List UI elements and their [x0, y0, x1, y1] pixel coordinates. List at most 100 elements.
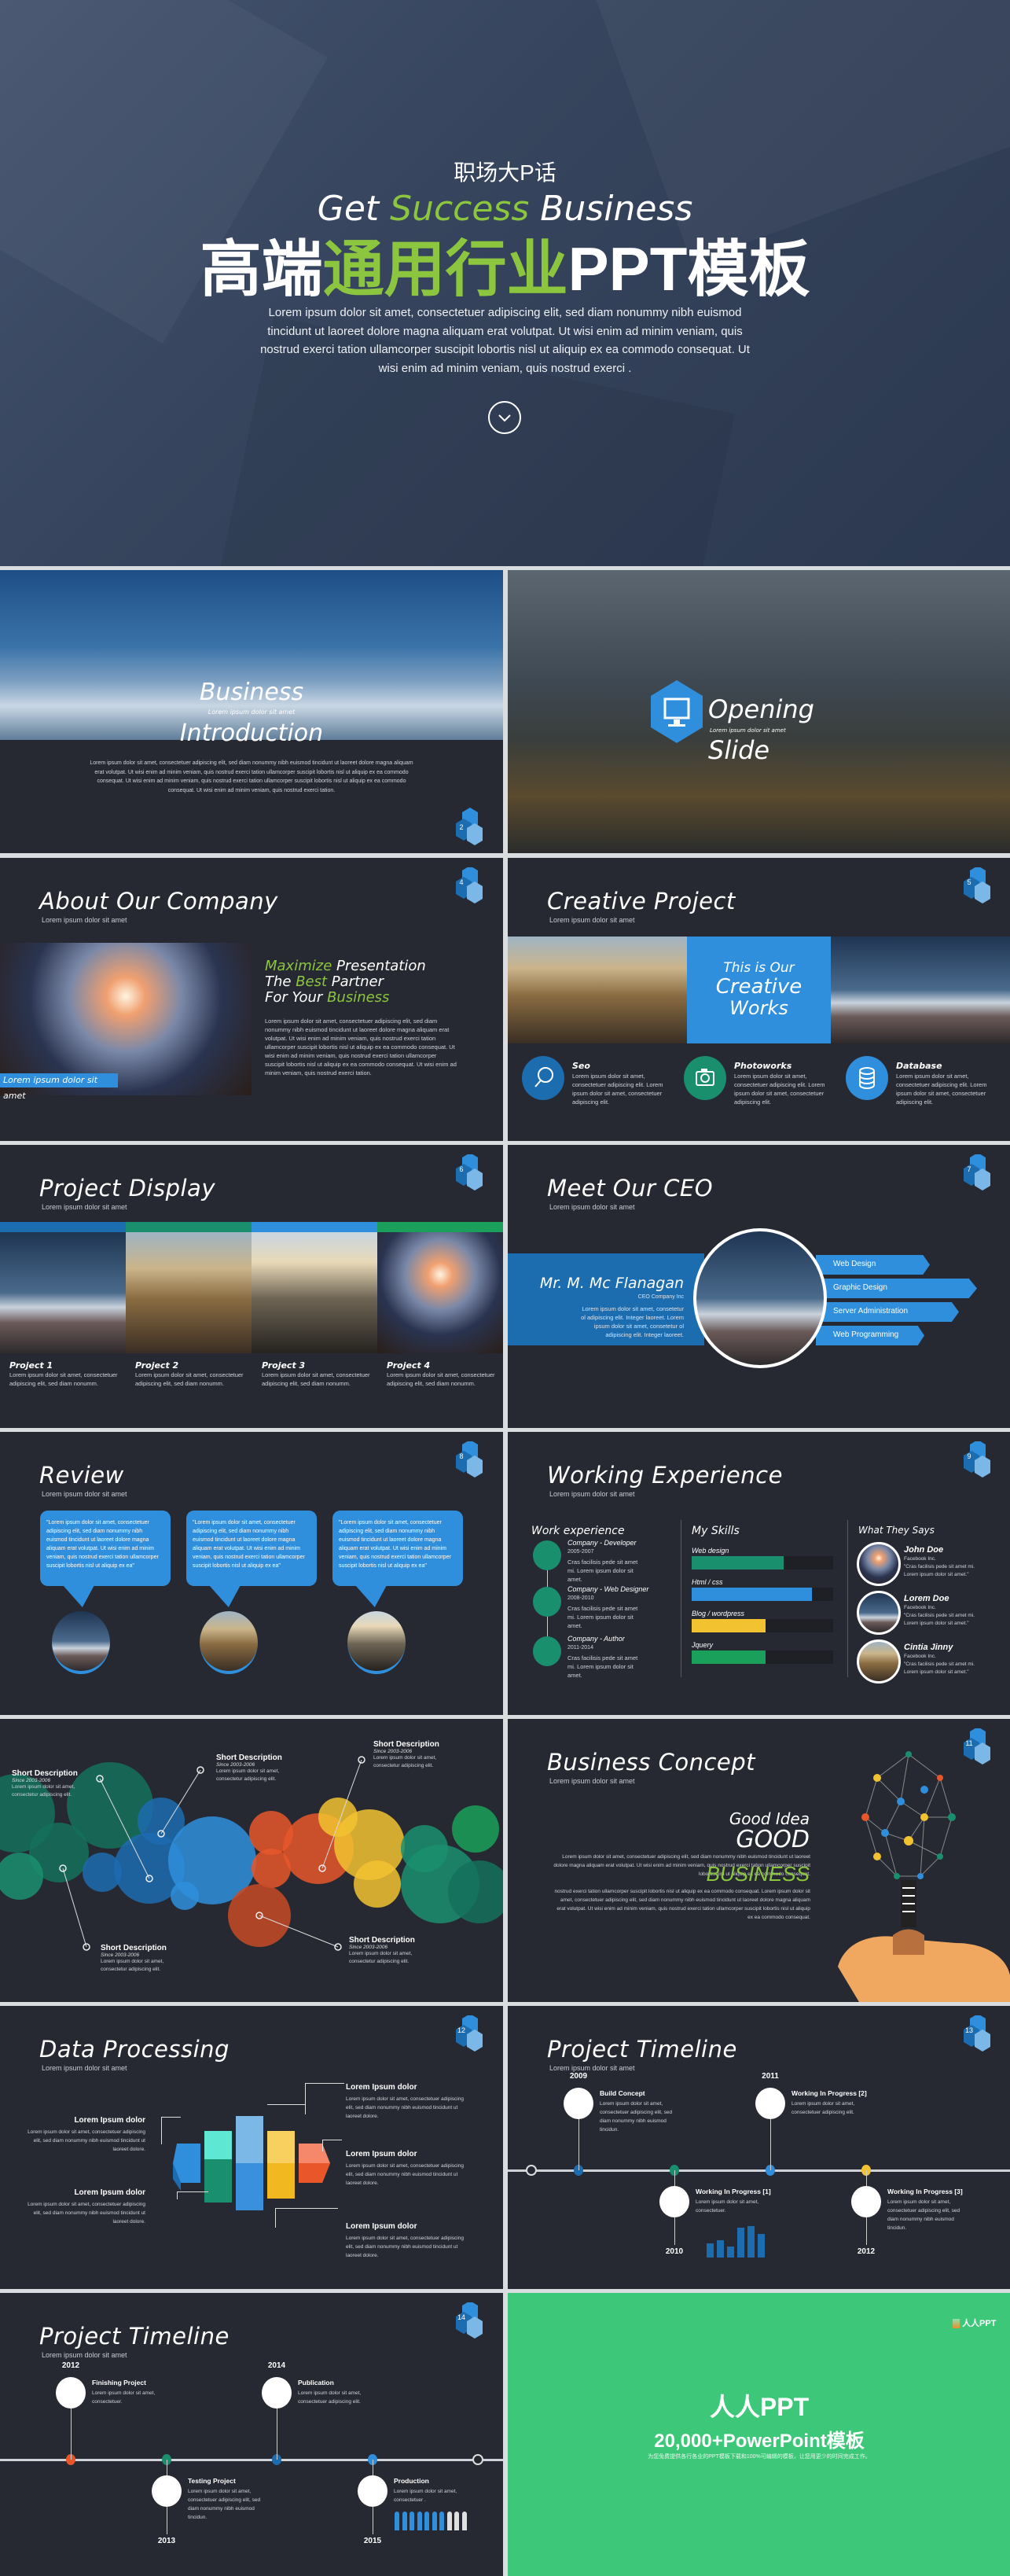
person-org: Facebook Inc. [904, 1556, 936, 1562]
slide-title-line2: Introduction [179, 719, 324, 747]
project-item: Project 3 Lorem ipsum dolor sit amet, con… [262, 1360, 372, 1388]
slide-end-promo[interactable]: 人人PPT 人人PPT 20,000+PowerPoint模板 为您免费提供各行… [508, 2293, 1010, 2576]
hl: Presentation [332, 958, 426, 974]
item-head: Lorem Ipsum dolor [346, 2083, 417, 2092]
project-item: Project 2 Lorem ipsum dolor sit amet, con… [135, 1360, 245, 1388]
hero-description: Lorem ipsum dolor sit amet, consectetuer… [0, 304, 1010, 377]
item-text: Lorem ipsum dolor sit amet, consectetuer… [346, 2163, 464, 2186]
slide-subtitle: Lorem ipsum dolor sit amet [42, 1490, 127, 1498]
project-photo [0, 1232, 126, 1353]
label-text: Lorem ipsum dolor sit amet, consectetur … [349, 1951, 413, 1964]
skill-bar [692, 1619, 766, 1632]
label-since: Since 2003-2006 [349, 1945, 388, 1950]
skill-bar [692, 1650, 766, 1664]
bubble-tail [209, 1585, 241, 1607]
person-pictogram [410, 2512, 414, 2530]
renrenppt-logo: 人人PPT [953, 2317, 996, 2329]
connector-line [62, 1868, 87, 1948]
reviewer-photo [200, 1611, 258, 1674]
tagline-accent: Success [390, 189, 530, 229]
eye-icon [152, 2475, 182, 2507]
event-head: Finishing Project [92, 2379, 146, 2386]
slide-review[interactable]: Review Lorem ipsum dolor sit amet 8 "Lor… [0, 1432, 503, 1715]
sunrise-photo [0, 943, 252, 1095]
review-bubble: "Lorem ipsum dolor sit amet, consectetue… [332, 1511, 463, 1586]
hero-title: 高端通用行业PPT模板 [0, 233, 1010, 305]
mini-chart-bar [717, 2240, 724, 2258]
mountain-photo [831, 937, 1010, 1043]
tagline-part: Get [317, 189, 391, 229]
person-pictogram [424, 2512, 429, 2530]
photo-caption: Lorem ipsum dolor sit [0, 1073, 118, 1087]
slide-project-display[interactable]: Project Display Lorem ipsum dolor sit am… [0, 1145, 503, 1428]
timeline-year: 2010 [665, 2247, 684, 2256]
label-head: Short Description [101, 1944, 167, 1952]
monitor-icon [659, 2186, 689, 2217]
slide-title: Review [39, 1462, 124, 1489]
event-text: Lorem ipsum dolor sit amet, consectetuer… [394, 2489, 457, 2503]
job-text: Cras facilisis pede sit amet mi. Lorem i… [567, 1605, 638, 1629]
tagline-part: Business [529, 189, 693, 229]
hero-line: tincidunt ut laoreet dolore magna aliqua… [267, 324, 743, 338]
slide-title: Data Processing [39, 2036, 230, 2063]
hero-line: nostrud exerci tation ullamcorper suscip… [260, 343, 750, 356]
slide-subtitle: Lorem ipsum dolor sit amet [549, 1490, 635, 1498]
review-bubble: "Lorem ipsum dolor sit amet, consectetue… [40, 1511, 171, 1586]
person-name: Lorem Doe [904, 1594, 949, 1603]
lightbulb-hand-icon [838, 1751, 1010, 2002]
slide-bubble-infographic[interactable]: Short Description Since 2003-2006 Lorem ip… [0, 1719, 503, 2002]
event-head: Working In Progress [1] [696, 2188, 771, 2195]
label-text: Lorem ipsum dolor sit amet, consectetur … [216, 1768, 280, 1782]
slide-working-experience[interactable]: Working Experience Lorem ipsum dolor sit… [508, 1432, 1010, 1715]
slide-title: Business Concept [547, 1749, 756, 1776]
concept-paragraph: nostrud exerci tation ullamcorper suscip… [554, 1889, 810, 1920]
slide-business-concept[interactable]: Business Concept Lorem ipsum dolor sit a… [508, 1719, 1010, 2002]
avatar [857, 1639, 901, 1684]
item-text: Lorem ipsum dolor sit amet, consectetuer… [346, 2096, 464, 2119]
para-line: Lorem ipsum dolor sit amet, consectetuer… [90, 760, 413, 766]
mini-chart-bar [737, 2228, 744, 2258]
lightbulb-icon [533, 1636, 561, 1666]
job-text: Cras facilisis pede sit amet mi. Lorem i… [567, 1558, 638, 1583]
photo-caption-line2: amet [3, 1091, 26, 1101]
slide-business-introduction[interactable]: Business Lorem ipsum dolor sit amet Intr… [0, 570, 503, 853]
paper-plane-icon [56, 2377, 86, 2409]
mini-chart-bar [727, 2247, 734, 2258]
job-years: 2011-2014 [567, 1645, 593, 1650]
slide-subtitle: Lorem ipsum dolor sit amet [549, 916, 635, 924]
skill-arrow: Graphic Design [816, 1279, 977, 1298]
feature-name: Photoworks [734, 1061, 792, 1071]
slide-data-processing[interactable]: Data Processing Lorem ipsum dolor sit am… [0, 2006, 503, 2289]
slide-creative-project[interactable]: Creative Project Lorem ipsum dolor sit a… [508, 858, 1010, 1141]
bubble-tail [355, 1585, 387, 1607]
slide-project-timeline-2[interactable]: Project Timeline Lorem ipsum dolor sit a… [0, 2293, 503, 2576]
event-head: Publication [298, 2379, 334, 2386]
connector-line [275, 2208, 338, 2228]
person-pictogram [402, 2512, 407, 2530]
slide-project-timeline-1[interactable]: Project Timeline Lorem ipsum dolor sit a… [508, 2006, 1010, 2289]
box-line: Creative [715, 975, 802, 999]
timeline-year: 2014 [267, 2361, 286, 2370]
person-org: Facebook Inc. [904, 1654, 936, 1659]
page-number-badge: 5 [962, 866, 993, 908]
label-head: Short Description [12, 1769, 78, 1778]
ceo-role: CEO Company Inc [637, 1294, 684, 1300]
feature-text: Lorem ipsum dolor sit amet, consectetuer… [896, 1073, 987, 1106]
slide-subtitle: Lorem ipsum dolor sit amet [42, 1203, 127, 1211]
slide-about-company[interactable]: About Our Company Lorem ipsum dolor sit … [0, 858, 503, 1141]
chevron-down-circle-icon[interactable] [488, 401, 521, 434]
slide-meet-ceo[interactable]: Meet Our CEO Lorem ipsum dolor sit amet … [508, 1145, 1010, 1428]
slide-opening[interactable]: Opening Lorem ipsum dolor sit amet Slide [508, 570, 1010, 853]
promo-subtitle: 20,000+PowerPoint模板 [654, 2431, 865, 2452]
person-quote: "Cras facilisis pede sit amet mi. Lorem … [904, 1662, 975, 1675]
database-icon [846, 1056, 888, 1100]
slide-title: Creative Project [547, 888, 736, 914]
label-text: Lorem ipsum dolor sit amet, consectetur … [373, 1755, 437, 1768]
person-pictogram [395, 2512, 399, 2530]
page-number-badge: 9 [962, 1440, 993, 1482]
job-role: Company - Web Designer [567, 1585, 649, 1593]
short-description-label: Short Description Since 2003-2006 Lorem ip… [12, 1769, 98, 1799]
city-photo [508, 937, 687, 1043]
skill-name: Web design [692, 1547, 729, 1555]
skill-arrow: Web Design [816, 1255, 930, 1275]
